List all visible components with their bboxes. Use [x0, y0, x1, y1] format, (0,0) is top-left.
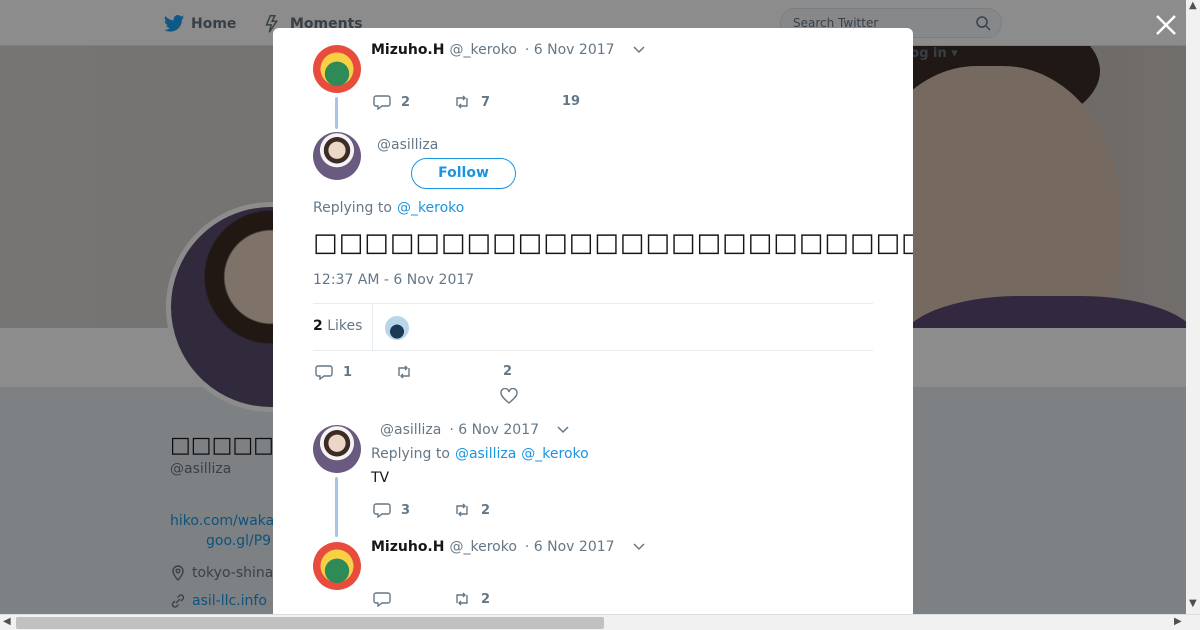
replying-to-label: Replying to — [313, 200, 392, 216]
replying-to: Replying to @_keroko — [313, 200, 464, 216]
tweet-header: @asilliza · 6 Nov 2017 — [375, 422, 569, 438]
retweet-button[interactable]: 7 — [453, 94, 490, 110]
tweet-header: Mizuho.H @_keroko · 6 Nov 2017 — [371, 539, 645, 555]
retweet-icon — [398, 365, 410, 379]
replying-to-label: Replying to — [371, 446, 450, 462]
tweet-stats: 2 Likes — [313, 303, 873, 351]
heart-icon[interactable] — [500, 388, 518, 404]
divider — [372, 304, 373, 350]
retweet-count: 7 — [481, 94, 491, 110]
reply-icon — [373, 592, 391, 607]
vertical-scrollbar[interactable]: ▲ ▼ — [1186, 0, 1200, 614]
replying-to-link[interactable]: @_keroko — [397, 200, 464, 216]
like-count: 19 — [562, 94, 581, 109]
retweet-count: 2 — [481, 591, 491, 607]
likes-label: Likes — [327, 318, 363, 334]
reply-icon — [373, 503, 391, 518]
follow-button[interactable]: Follow — [411, 158, 516, 189]
tweet-time[interactable]: · 6 Nov 2017 — [449, 422, 539, 438]
chevron-down-icon[interactable] — [557, 426, 569, 434]
reply-button[interactable]: 2 — [373, 94, 410, 110]
replying-to: Replying to @asilliza @_keroko — [371, 446, 589, 462]
tweet-time[interactable]: · 6 Nov 2017 — [525, 539, 615, 555]
retweet-button[interactable]: 2 — [453, 502, 490, 518]
reply-icon — [315, 365, 333, 380]
reply-button[interactable] — [373, 591, 391, 607]
avatar[interactable] — [313, 45, 361, 93]
scroll-down-arrow[interactable]: ▼ — [1189, 598, 1197, 609]
likes-stat[interactable]: 2 Likes — [313, 318, 362, 334]
replying-to-link[interactable]: @asilliza — [455, 446, 516, 462]
retweet-icon — [456, 592, 468, 606]
retweet-icon — [456, 95, 468, 109]
reply-icon — [373, 95, 391, 110]
reply-button[interactable]: 3 — [373, 502, 410, 518]
likes-count: 2 — [313, 318, 323, 334]
author-handle[interactable]: @_keroko — [449, 42, 516, 58]
scroll-up-arrow[interactable]: ▲ — [1189, 0, 1197, 11]
tweet-timestamp[interactable]: 12:37 AM - 6 Nov 2017 — [313, 272, 474, 288]
author-handle[interactable]: @_keroko — [449, 539, 516, 555]
chevron-down-icon[interactable] — [633, 46, 645, 54]
tweet-text: TV — [371, 470, 390, 486]
tweet-time[interactable]: · 6 Nov 2017 — [525, 42, 615, 58]
horizontal-scrollbar[interactable]: ◀ ▶ — [0, 614, 1200, 630]
scroll-left-arrow[interactable]: ◀ — [3, 616, 11, 627]
avatar[interactable] — [313, 542, 361, 590]
scroll-right-arrow[interactable]: ▶ — [1174, 616, 1182, 627]
scrollbar-thumb[interactable] — [16, 617, 604, 629]
tweet-text: □□□□□□□□□□□□□□□□□□□□□□□□□□□□□□□□□□□□□□□□… — [313, 228, 913, 258]
retweet-icon — [456, 503, 468, 517]
avatar[interactable] — [313, 425, 361, 473]
reply-count: 1 — [343, 364, 353, 380]
reply-count: 2 — [401, 94, 411, 110]
chevron-down-icon[interactable] — [633, 543, 645, 551]
replying-to-link[interactable]: @_keroko — [521, 446, 588, 462]
author-name[interactable]: Mizuho.H — [371, 539, 444, 555]
author-name[interactable]: Mizuho.H — [371, 42, 444, 58]
retweet-button[interactable]: 2 — [453, 591, 490, 607]
tweet-permalink-modal: Mizuho.H @_keroko · 6 Nov 2017 2 7 19 @a… — [273, 28, 913, 618]
retweet-button[interactable] — [395, 364, 413, 380]
tweet-header: Mizuho.H @_keroko · 6 Nov 2017 — [371, 42, 645, 58]
close-icon[interactable] — [1153, 12, 1179, 38]
author-handle[interactable]: @asilliza — [380, 422, 441, 438]
like-button[interactable]: 2 — [503, 364, 512, 379]
reply-count: 3 — [401, 502, 411, 518]
thread-line — [335, 97, 338, 129]
avatar[interactable] — [313, 132, 361, 180]
like-button[interactable]: 19 — [562, 94, 580, 109]
retweet-count: 2 — [481, 502, 491, 518]
author-handle[interactable]: @asilliza — [377, 137, 438, 153]
like-count: 2 — [503, 364, 513, 379]
liker-avatar[interactable] — [385, 316, 409, 340]
thread-line — [335, 477, 338, 537]
reply-button[interactable]: 1 — [315, 364, 352, 380]
